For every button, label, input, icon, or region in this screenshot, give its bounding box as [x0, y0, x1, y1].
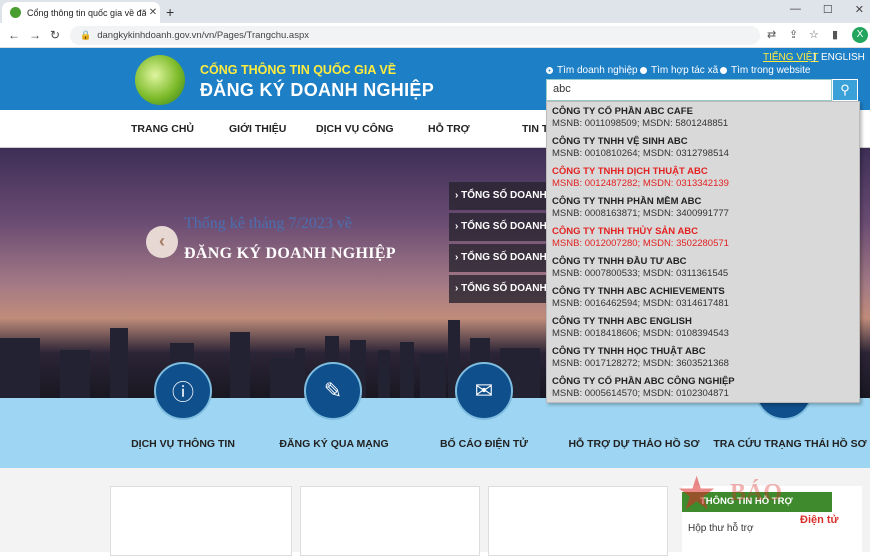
radio-selected-icon: [546, 67, 553, 74]
url-text: dangkykinhdoanh.gov.vn/vn/Pages/Trangchu…: [97, 30, 309, 41]
suggestion-company-codes: MSNB: 0011098509; MSDN: 5801248851: [552, 118, 729, 129]
forward-icon[interactable]: →: [29, 28, 41, 42]
service-info-label[interactable]: DỊCH VỤ THÔNG TIN: [124, 438, 242, 450]
suggestion-item[interactable]: CÔNG TY TNHH THỦY SẢN ABC MSNB: 001200728…: [547, 222, 859, 252]
suggestion-item[interactable]: CÔNG TY TNHH ABC ACHIEVEMENTS MSNB: 00164…: [547, 282, 859, 312]
suggestion-company-codes: MSNB: 0008163871; MSDN: 3400991777: [552, 208, 729, 219]
lang-vietnamese-link[interactable]: TIẾNG VIỆT: [763, 52, 819, 63]
lang-separator: |: [813, 52, 816, 63]
search-button[interactable]: ⚲: [832, 79, 858, 101]
support-mailbox-link[interactable]: Hộp thư hỗ trợ: [688, 523, 754, 534]
lock-icon[interactable]: 🔒: [80, 30, 91, 41]
watermark-star-icon: ★: [676, 467, 718, 519]
translate-icon[interactable]: ⇄: [767, 28, 776, 41]
suggestion-company-codes: MSNB: 0012007280; MSDN: 3502280571: [552, 238, 729, 249]
suggestion-company-name: CÔNG TY TNHH ABC ACHIEVEMENTS: [552, 286, 725, 297]
radio-icon: [640, 67, 647, 74]
tab-title: Cổng thông tin quốc gia về đăng: [27, 7, 146, 18]
suggestion-company-codes: MSNB: 0012487282; MSDN: 0313342139: [552, 178, 729, 189]
suggestion-company-name: CÔNG TY TNHH PHẦN MỀM ABC: [552, 196, 702, 207]
suggestion-item[interactable]: CÔNG TY TNHH PHẦN MỀM ABC MSNB: 000816387…: [547, 192, 859, 222]
suggestion-company-name: CÔNG TY TNHH DỊCH THUẬT ABC: [552, 166, 708, 177]
radio-label: Tìm doanh nghiệp: [557, 65, 638, 76]
hero-subtitle: Thống kê tháng 7/2023 về: [184, 215, 352, 232]
profile-avatar[interactable]: X: [852, 27, 868, 43]
reload-icon[interactable]: ↻: [50, 28, 60, 42]
search-icon: ⚲: [840, 82, 850, 97]
menu-news[interactable]: TIN T: [522, 123, 548, 135]
electronic-notice-icon[interactable]: ✉: [455, 362, 513, 420]
suggestion-item[interactable]: CÔNG TY CỔ PHẦN ABC CAFE MSNB: 0011098509…: [547, 102, 859, 132]
suggestion-company-codes: MSNB: 0010810264; MSDN: 0312798514: [552, 148, 729, 159]
info-service-icon[interactable]: ⓘ: [154, 362, 212, 420]
online-registration-icon[interactable]: ✎: [304, 362, 362, 420]
radio-label: Tìm hợp tác xã: [651, 65, 719, 76]
menu-public-services[interactable]: DỊCH VỤ CÔNG: [316, 123, 394, 135]
lang-english-link[interactable]: ENGLISH: [821, 52, 865, 63]
suggestion-company-name: CÔNG TY TNHH VỆ SINH ABC: [552, 136, 688, 147]
suggestion-item[interactable]: CÔNG TY TNHH ABC ENGLISH MSNB: 0018418606…: [547, 312, 859, 342]
menu-about[interactable]: GIỚI THIỆU: [229, 123, 286, 135]
share-icon[interactable]: ⇪: [789, 28, 798, 41]
suggestion-company-name: CÔNG TY CỔ PHẦN ABC CAFE: [552, 106, 693, 117]
maximize-icon[interactable]: ☐: [823, 3, 833, 16]
service-online-registration-label[interactable]: ĐĂNG KÝ QUA MẠNG: [272, 438, 396, 450]
suggestion-company-codes: MSNB: 0016462594; MSDN: 0314617481: [552, 298, 729, 309]
tab-close-icon[interactable]: ✕: [146, 7, 160, 18]
stat-item[interactable]: › TỔNG SỐ DOANH N: [449, 213, 559, 241]
suggestion-company-codes: MSNB: 0007800533; MSDN: 0311361545: [552, 268, 729, 279]
hero-title: ĐĂNG KÝ DOANH NGHIỆP: [184, 245, 396, 262]
site-logo[interactable]: [135, 55, 185, 105]
radio-find-cooperative[interactable]: Tìm hợp tác xã: [640, 65, 718, 76]
menu-support[interactable]: HỖ TRỢ: [428, 123, 470, 135]
service-electronic-notice-label[interactable]: BỐ CÁO ĐIỆN TỬ: [426, 438, 542, 450]
suggestion-company-name: CÔNG TY TNHH HỌC THUẬT ABC: [552, 346, 706, 357]
hero-prev-button[interactable]: ‹: [146, 226, 178, 258]
suggestion-company-name: CÔNG TY TNHH ĐẦU TƯ ABC: [552, 256, 687, 267]
bottom-card-1[interactable]: [110, 486, 292, 556]
suggestion-company-codes: MSNB: 0018418606; MSDN: 0108394543: [552, 328, 729, 339]
brand-line-1: CỔNG THÔNG TIN QUỐC GIA VỀ: [200, 63, 397, 77]
radio-icon: [720, 67, 727, 74]
services-band: [0, 398, 870, 468]
star-icon[interactable]: ☆: [809, 28, 819, 41]
url-field[interactable]: 🔒 dangkykinhdoanh.gov.vn/vn/Pages/Trangc…: [70, 26, 760, 45]
stat-item[interactable]: › TỔNG SỐ DOANH N: [449, 182, 559, 210]
suggestion-item[interactable]: CÔNG TY TNHH DỊCH THUẬT ABC MSNB: 0012487…: [547, 162, 859, 192]
new-tab-button[interactable]: +: [166, 4, 174, 20]
menu-home[interactable]: TRANG CHỦ: [131, 123, 194, 135]
service-status-lookup-label[interactable]: TRA CỨU TRẠNG THÁI HỒ SƠ: [710, 438, 870, 450]
suggestion-company-name: CÔNG TY TNHH ABC ENGLISH: [552, 316, 692, 327]
watermark-sub: Điện tử: [800, 514, 839, 526]
suggestion-company-codes: MSNB: 0005614570; MSDN: 0102304871: [552, 388, 729, 399]
suggestion-company-name: CÔNG TY CỔ PHẦN ABC CÔNG NGHIỆP: [552, 376, 735, 387]
address-bar-row: ← → ↻ 🔒 dangkykinhdoanh.gov.vn/vn/Pages/…: [0, 23, 870, 48]
search-input[interactable]: abc: [546, 79, 832, 101]
suggestion-item[interactable]: CÔNG TY CỔ PHẦN ABC CÔNG NGHIỆP MSNB: 000…: [547, 372, 859, 402]
close-window-icon[interactable]: ✕: [855, 3, 864, 16]
minimize-icon[interactable]: —: [790, 3, 801, 16]
brand-line-2: ĐĂNG KÝ DOANH NGHIỆP: [200, 80, 435, 100]
suggestion-company-name: CÔNG TY TNHH THỦY SẢN ABC: [552, 226, 699, 237]
stat-item[interactable]: › TỔNG SỐ DOANH N: [449, 244, 559, 272]
suggestion-company-codes: MSNB: 0017128272; MSDN: 3603521368: [552, 358, 729, 369]
browser-tab[interactable]: Cổng thông tin quốc gia về đăng ✕: [2, 2, 160, 23]
window-controls: — ☐ ✕: [790, 3, 864, 16]
bottom-card-3[interactable]: [488, 486, 668, 556]
suggestion-item[interactable]: CÔNG TY TNHH VỆ SINH ABC MSNB: 0010810264…: [547, 132, 859, 162]
service-draft-support-label[interactable]: HỖ TRỢ DỰ THẢO HỒ SƠ: [566, 438, 702, 450]
sidebar-icon[interactable]: ▮: [832, 28, 838, 41]
radio-label: Tìm trong website: [731, 65, 811, 76]
watermark-text: BÁO: [730, 480, 783, 506]
bottom-card-2[interactable]: [300, 486, 480, 556]
browser-tab-bar: Cổng thông tin quốc gia về đăng ✕ + — ☐ …: [0, 0, 870, 23]
radio-find-business[interactable]: Tìm doanh nghiệp: [546, 65, 638, 76]
back-icon[interactable]: ←: [8, 28, 20, 42]
suggestion-item[interactable]: CÔNG TY TNHH HỌC THUẬT ABC MSNB: 00171282…: [547, 342, 859, 372]
site-favicon-icon: [10, 7, 21, 18]
suggestion-item[interactable]: CÔNG TY TNHH ĐẦU TƯ ABC MSNB: 0007800533;…: [547, 252, 859, 282]
stat-item[interactable]: › TỔNG SỐ DOANH N: [449, 275, 559, 303]
search-suggestions-dropdown: CÔNG TY CỔ PHẦN ABC CAFE MSNB: 0011098509…: [546, 101, 860, 403]
radio-find-website[interactable]: Tìm trong website: [720, 65, 810, 76]
